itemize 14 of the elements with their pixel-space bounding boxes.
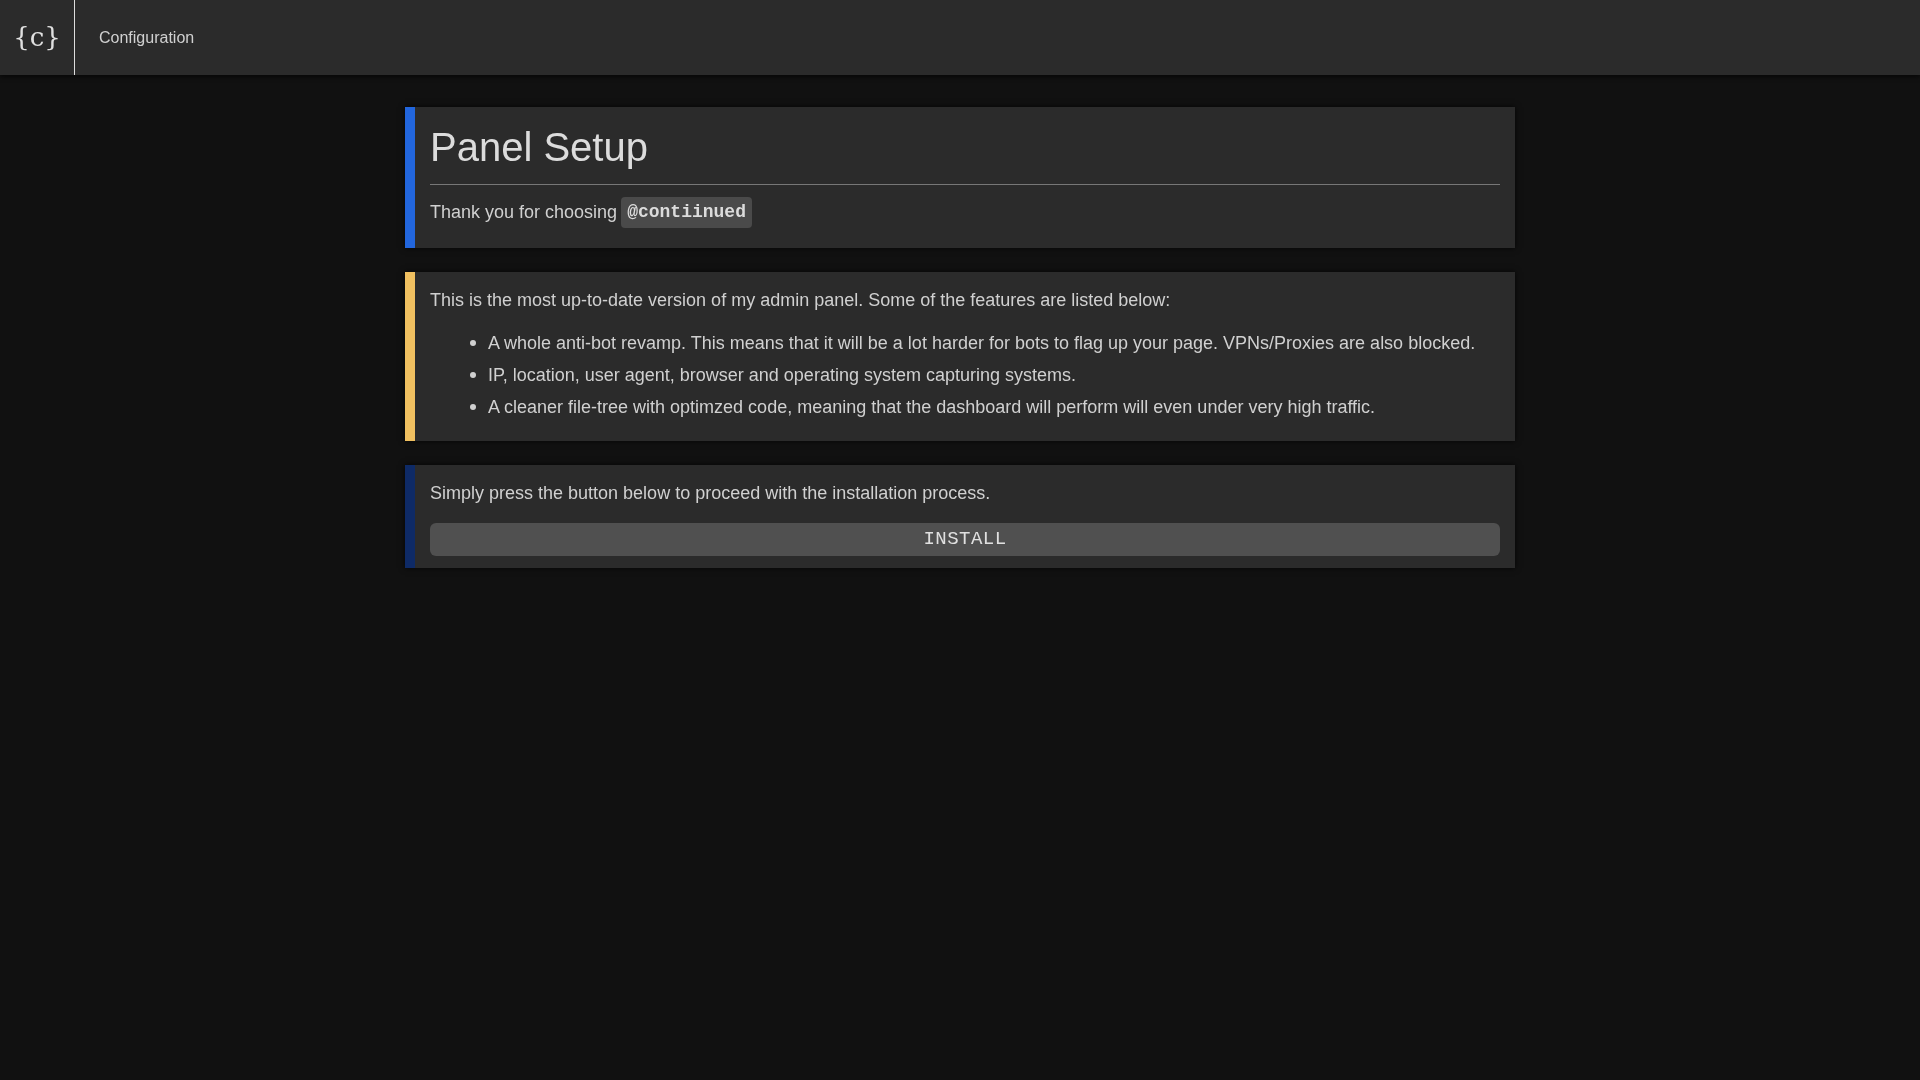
logo[interactable]: {c}	[13, 18, 61, 57]
intro-text: This is the most up-to-date version of my admin panel. Some of the features are listed below:	[430, 289, 1171, 312]
bullet-icon	[470, 372, 476, 378]
page-title: Panel Setup	[430, 124, 648, 171]
instruction-text: Simply press the button below to proceed with the installation process.	[430, 482, 991, 505]
username-code: @contiinued	[621, 197, 752, 228]
welcome-text: Thank you for choosing	[430, 201, 618, 224]
page-heading: Configuration	[99, 27, 195, 48]
bullet-icon	[470, 404, 476, 410]
feature-text: IP, location, user agent, browser and operating system capturing systems.	[488, 364, 1076, 387]
bullet-icon	[470, 340, 476, 346]
feature-text: A whole anti-bot revamp. This means that it will be a lot harder for bots to flag up your page. VPNs/Proxies are also blocked.	[488, 332, 1476, 355]
install-button[interactable]: INSTALL	[430, 523, 1500, 556]
feature-text: A cleaner file-tree with optimzed code, meaning that the dashboard will perform will even under very high traffic.	[488, 396, 1376, 419]
